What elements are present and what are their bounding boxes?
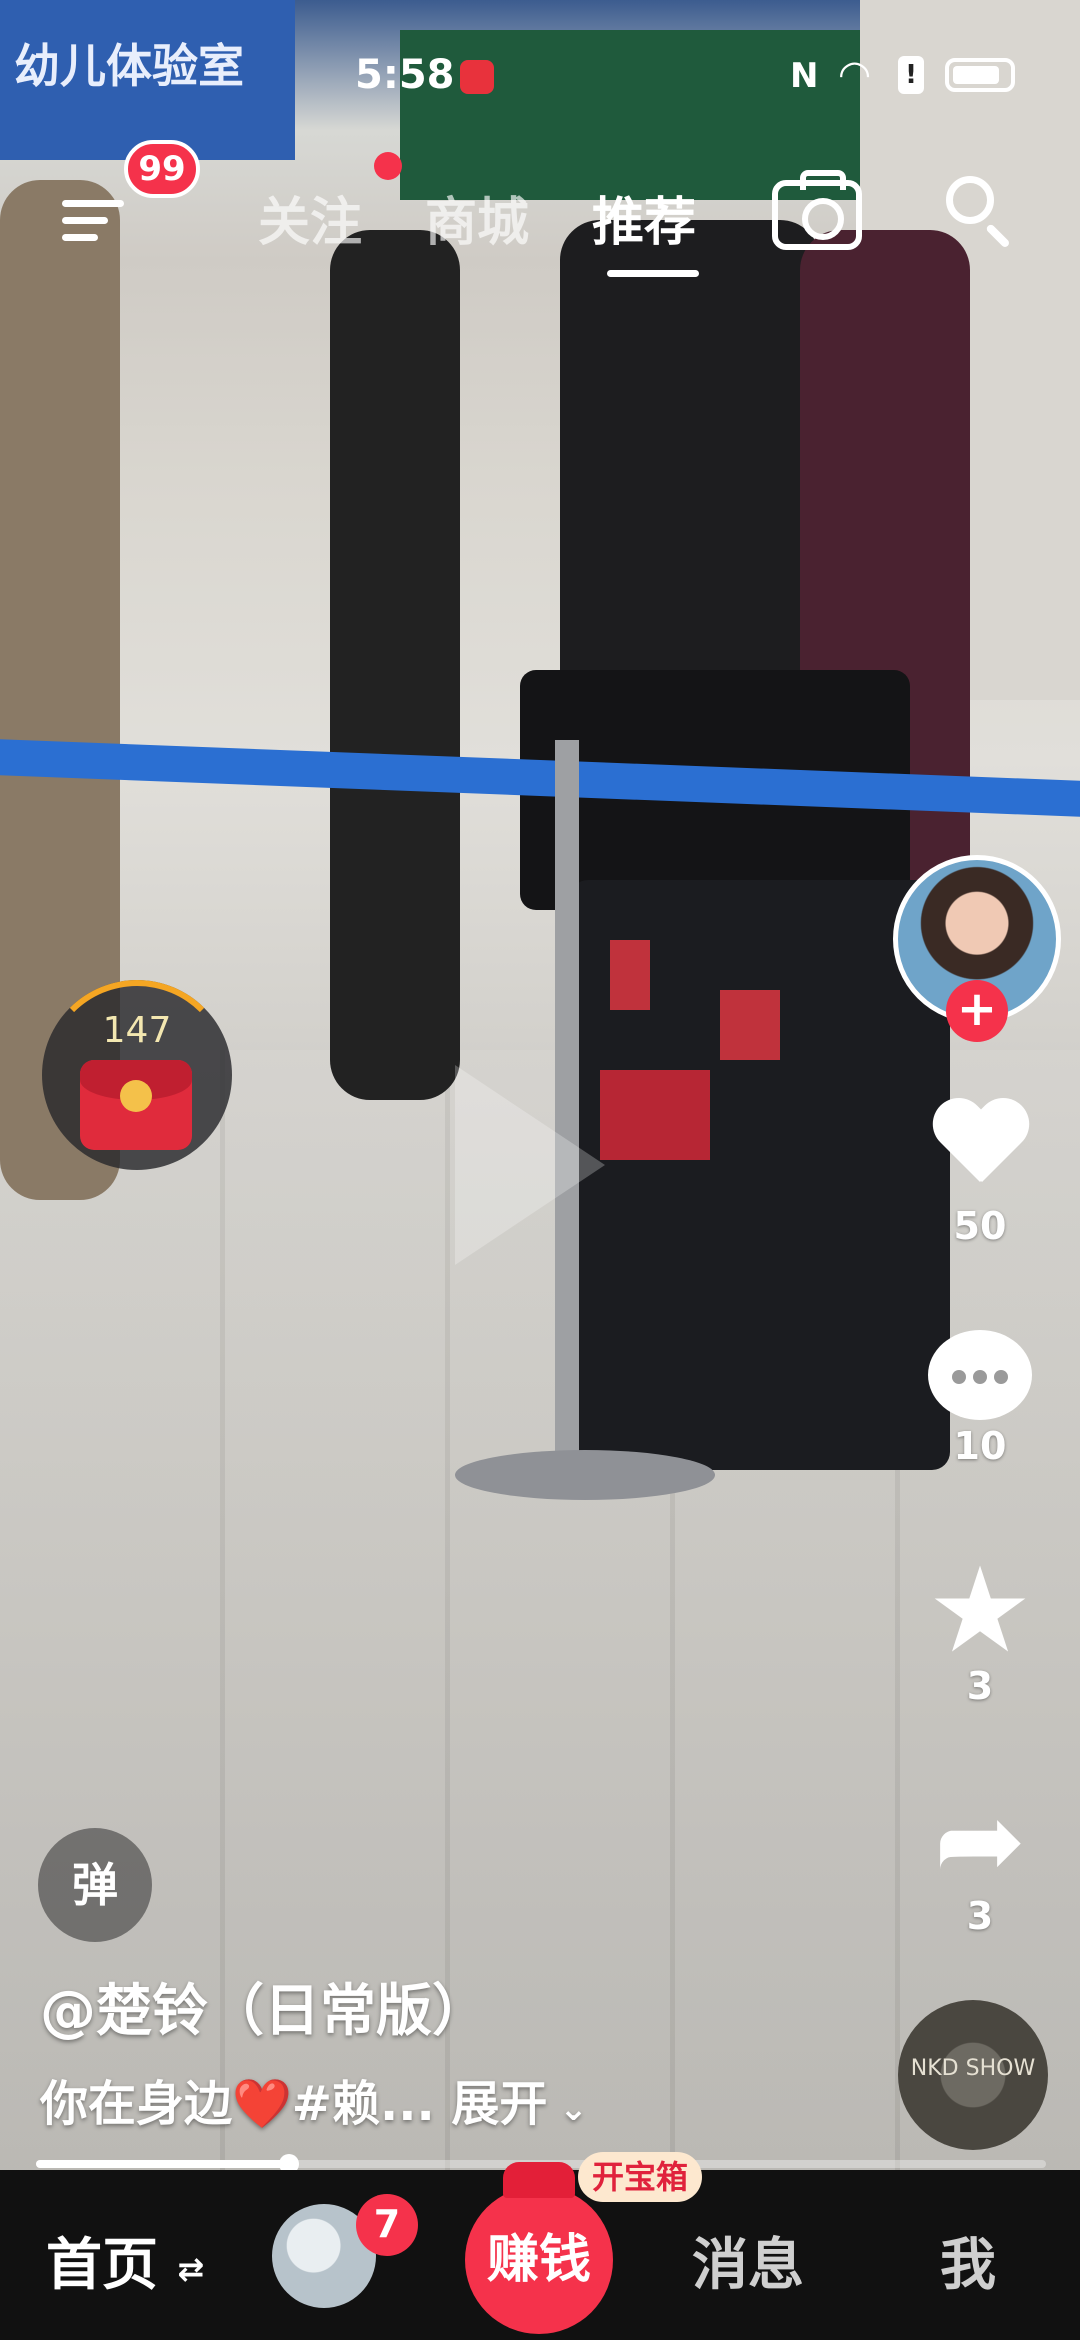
nav-home-label: 首页 <box>46 2233 158 2298</box>
top-nav: 99 关注 商城 推荐 <box>0 140 1080 280</box>
wifi-icon: ◠ <box>838 52 872 96</box>
battery-icon <box>945 58 1015 92</box>
status-bar: 5:58 N ◠ ! <box>0 0 1080 110</box>
tab-recommend[interactable]: 推荐 <box>592 180 696 255</box>
chevron-down-icon: ⌄ <box>547 2089 588 2129</box>
red-packet-widget[interactable]: 147 <box>42 980 232 1170</box>
post-description: 你在身边❤️#赖... 展开 ⌄ <box>40 2064 588 2134</box>
notification-dot <box>374 152 402 180</box>
menu-icon[interactable] <box>62 200 124 250</box>
nav-me[interactable]: 我 <box>940 2220 996 2301</box>
red-packet-count: 147 <box>102 1010 172 1051</box>
share-count: 3 <box>966 1894 994 1938</box>
favorite-button[interactable]: ★ 3 <box>910 1541 1050 1708</box>
tab-mall[interactable]: 商城 <box>425 180 529 255</box>
music-disc[interactable]: NKD SHOW <box>898 2000 1048 2150</box>
music-disc-label: NKD SHOW <box>910 2056 1036 2081</box>
comment-count: 10 <box>953 1424 1007 1468</box>
like-button[interactable]: 50 <box>910 1100 1050 1248</box>
sticker <box>610 940 650 1010</box>
friends-badge: 7 <box>356 2194 418 2256</box>
comment-icon <box>928 1330 1032 1420</box>
playback-progress-fill <box>36 2160 289 2168</box>
expand-link[interactable]: 展开 ⌄ <box>451 2076 587 2132</box>
bottom-nav: 首页 ⇄ 7 赚钱 开宝箱 消息 我 <box>0 2152 1080 2340</box>
play-icon[interactable] <box>455 1065 605 1265</box>
star-icon: ★ <box>927 1541 1033 1679</box>
share-icon: ➦ <box>933 1776 1027 1904</box>
red-envelope-icon <box>80 1060 192 1150</box>
sticker <box>720 990 780 1060</box>
camera-icon[interactable] <box>772 170 862 250</box>
sticker <box>600 1070 710 1160</box>
expand-label: 展开 <box>451 2076 548 2132</box>
alert-icon: ! <box>898 56 924 94</box>
swap-icon: ⇄ <box>177 2249 205 2288</box>
active-tab-indicator <box>607 270 699 277</box>
post-description-text: 你在身边❤️#赖... <box>40 2076 435 2132</box>
open-treasure-badge[interactable]: 开宝箱 <box>578 2152 703 2202</box>
nav-earn-button[interactable]: 赚钱 <box>465 2162 613 2334</box>
barrier-post-base <box>455 1450 715 1500</box>
share-button[interactable]: ➦ 3 <box>910 1776 1050 1938</box>
post-author[interactable]: @楚铃（日常版） <box>40 1966 488 2047</box>
nav-home[interactable]: 首页 ⇄ <box>46 2220 204 2301</box>
person-backpack <box>330 230 460 1100</box>
heart-icon <box>930 1100 1030 1200</box>
menu-badge: 99 <box>124 140 200 198</box>
comment-button[interactable]: 10 <box>910 1330 1050 1468</box>
like-count: 50 <box>953 1204 1007 1248</box>
nav-earn-label: 赚钱 <box>486 2230 591 2290</box>
app-notification-icon <box>460 60 494 94</box>
search-icon[interactable] <box>946 176 1012 242</box>
status-time: 5:58 <box>355 52 455 98</box>
suitcase <box>570 880 950 1470</box>
danmu-toggle[interactable]: 弹 <box>38 1828 152 1942</box>
follow-button[interactable]: + <box>946 980 1008 1042</box>
nav-messages[interactable]: 消息 <box>692 2220 804 2301</box>
nfc-icon: N <box>790 56 819 96</box>
tab-follow[interactable]: 关注 <box>258 180 362 255</box>
